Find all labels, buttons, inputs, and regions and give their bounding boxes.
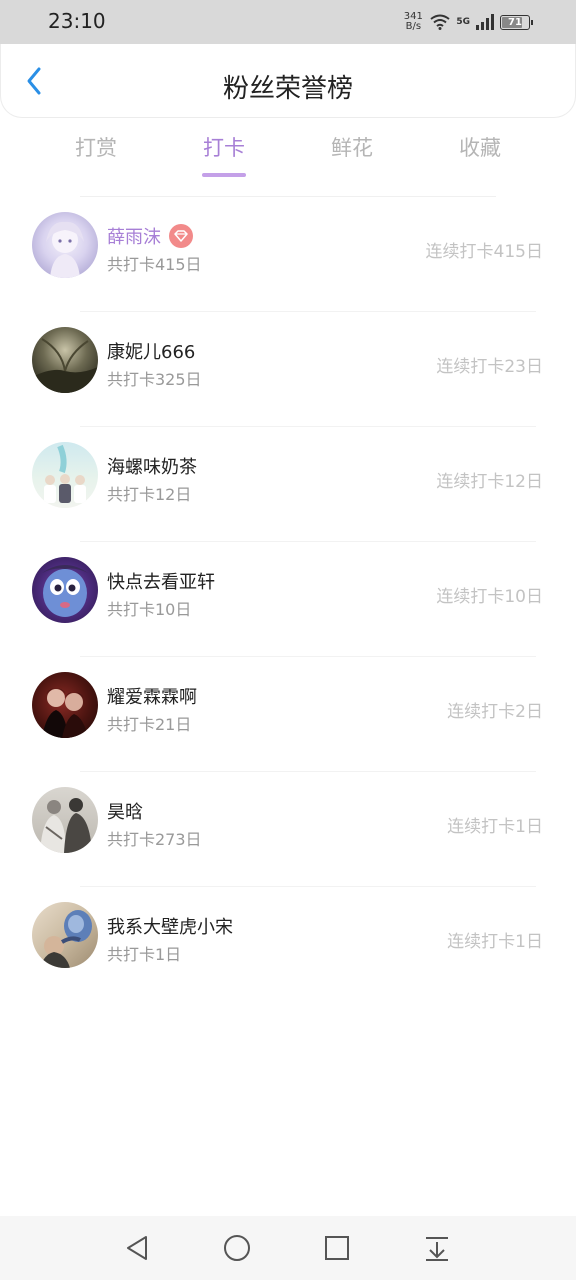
nav-recents-icon (325, 1236, 349, 1260)
streak-checkin: 连续打卡10日 (436, 587, 543, 607)
user-name: 海螺味奶茶 (107, 457, 197, 478)
name-line: 我系大壁虎小宋 (107, 913, 233, 939)
streak-checkin: 连续打卡415日 (425, 242, 543, 262)
tab-checkin[interactable]: 打卡 (174, 132, 274, 162)
name-line: 耀爱霖霖啊 (107, 683, 197, 709)
avatar-image (44, 444, 86, 503)
avatar (32, 902, 98, 968)
total-checkin: 共打卡415日 (107, 255, 202, 274)
tab-favorites[interactable]: 收藏 (430, 132, 530, 162)
user-name: 康妮儿666 (107, 342, 196, 363)
name-line: 快点去看亚轩 (107, 568, 215, 594)
page-title: 粉丝荣誉榜 (222, 74, 353, 104)
nav-pulldown-button[interactable] (419, 1230, 455, 1266)
name-line: 海螺味奶茶 (107, 453, 197, 479)
nav-recents-button[interactable] (319, 1230, 355, 1266)
battery-icon: 71 (500, 14, 533, 30)
avatar-image (40, 798, 92, 853)
streak-checkin: 连续打卡12日 (436, 472, 543, 492)
status-time: 23:10 (48, 9, 106, 33)
nav-back-button[interactable] (119, 1230, 155, 1266)
streak-checkin: 连续打卡1日 (447, 932, 543, 952)
streak-checkin: 连续打卡23日 (436, 357, 543, 377)
streak-checkin: 连续打卡2日 (447, 702, 543, 722)
signal-label: 5G (456, 17, 470, 27)
active-tab-indicator (202, 173, 246, 177)
tab-bar: 打赏 打卡 鲜花 收藏 (0, 126, 576, 182)
avatar (32, 787, 98, 853)
name-line: 昊晗 (107, 798, 143, 824)
total-checkin: 共打卡273日 (107, 830, 202, 849)
streak-checkin: 连续打卡1日 (447, 817, 543, 837)
nav-home-icon (224, 1235, 250, 1261)
system-nav-bar (0, 1216, 576, 1280)
tab-reward[interactable]: 打赏 (46, 132, 146, 162)
status-icons: 341 B/s 5G 71 (402, 9, 533, 35)
user-name: 耀爱霖霖啊 (107, 687, 197, 708)
name-line: 薛雨沫 (107, 223, 193, 249)
avatar (32, 327, 98, 393)
user-name: 昊晗 (107, 802, 143, 823)
user-name: 薛雨沫 (107, 227, 161, 248)
avatar (32, 672, 98, 738)
avatar (32, 557, 98, 623)
avatar-image (32, 338, 98, 393)
list-item[interactable]: 昊晗 共打卡273日 连续打卡1日 (0, 772, 576, 887)
nav-back-icon (127, 1236, 147, 1260)
status-bar: 23:10 341 B/s 5G 71 (0, 0, 576, 44)
wifi-icon (430, 14, 450, 30)
name-line: 康妮儿666 (107, 338, 195, 364)
list-item[interactable]: 快点去看亚轩 共打卡10日 连续打卡10日 (0, 542, 576, 657)
list-item[interactable]: 康妮儿666 共打卡325日 连续打卡23日 (0, 312, 576, 427)
list-item[interactable]: 耀爱霖霖啊 共打卡21日 连续打卡2日 (0, 657, 576, 772)
title-bar: 粉丝荣誉榜 (0, 44, 576, 118)
signal-icon (476, 14, 494, 30)
list-item[interactable]: 薛雨沫 共打卡415日 连续打卡415日 (0, 197, 576, 312)
total-checkin: 共打卡12日 (107, 485, 192, 504)
avatar-image (40, 910, 92, 968)
avatar (32, 212, 98, 278)
total-checkin: 共打卡10日 (107, 600, 192, 619)
total-checkin: 共打卡1日 (107, 945, 182, 964)
avatar (32, 442, 98, 508)
total-checkin: 共打卡21日 (107, 715, 192, 734)
user-name: 我系大壁虎小宋 (107, 917, 233, 938)
avatar-image (42, 688, 88, 738)
nav-pulldown-icon (426, 1237, 448, 1261)
avatar-image (46, 221, 84, 278)
network-speed: 341 B/s (403, 11, 423, 32)
total-checkin: 共打卡325日 (107, 370, 202, 389)
user-name: 快点去看亚轩 (107, 572, 215, 593)
avatar-image (42, 565, 88, 617)
tab-flowers[interactable]: 鲜花 (302, 132, 402, 162)
nav-home-button[interactable] (219, 1230, 255, 1266)
gem-badge-icon (169, 224, 193, 248)
list-item[interactable]: 我系大壁虎小宋 共打卡1日 连续打卡1日 (0, 887, 576, 1002)
list-item[interactable]: 海螺味奶茶 共打卡12日 连续打卡12日 (0, 427, 576, 542)
